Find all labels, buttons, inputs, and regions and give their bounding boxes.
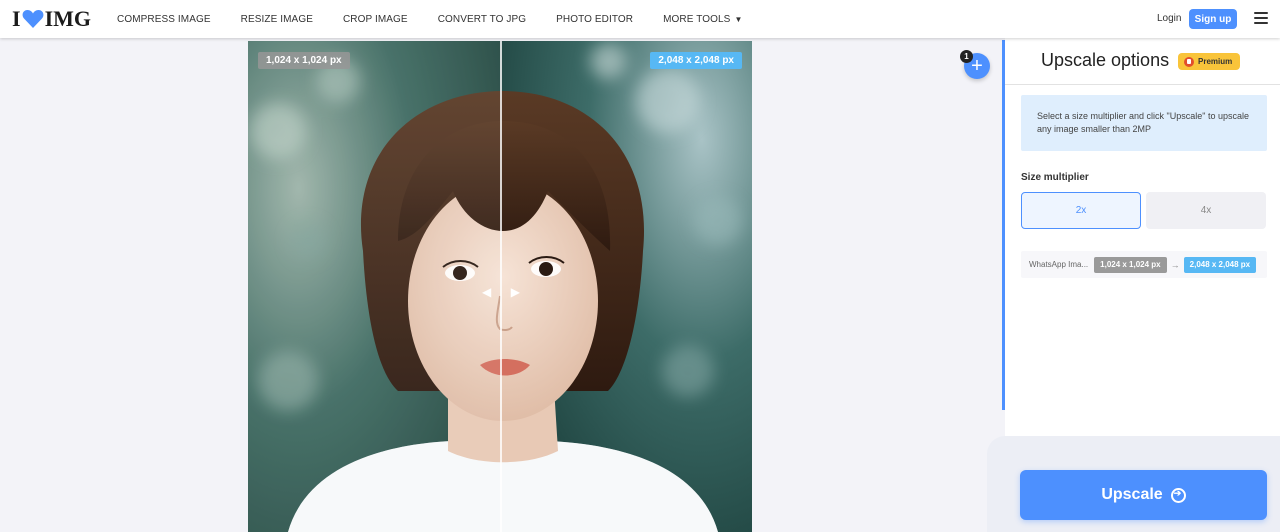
crown-icon: [1184, 56, 1194, 67]
upscale-button[interactable]: Upscale: [1020, 470, 1267, 520]
upscaled-size-badge: 2,048 x 2,048 px: [650, 52, 742, 69]
hamburger-menu-icon[interactable]: [1254, 12, 1268, 24]
original-size-badge: 1,024 x 1,024 px: [258, 52, 350, 69]
upscale-button-label: Upscale: [1101, 486, 1163, 503]
file-name: WhatsApp Ima...: [1029, 260, 1089, 269]
file-original-size: 1,024 x 1,024 px: [1094, 256, 1167, 273]
info-box: Select a size multiplier and click "Upsc…: [1021, 95, 1267, 151]
caret-down-icon: ▼: [734, 14, 743, 24]
file-new-size: 2,048 x 2,048 px: [1183, 256, 1257, 273]
signup-button[interactable]: Sign up: [1189, 9, 1237, 29]
arrow-left-icon: ◀: [482, 285, 492, 299]
image-compare-preview: 1,024 x 1,024 px 2,048 x 2,048 px ◀ ▶: [248, 41, 752, 532]
nav-more-tools-label: MORE TOOLS: [663, 13, 731, 25]
size-multiplier-label: Size multiplier: [1021, 172, 1089, 183]
top-navbar: I IMG COMPRESS IMAGE RESIZE IMAGE CROP I…: [0, 0, 1280, 38]
logo-text-i: I: [12, 6, 21, 31]
premium-badge: Premium: [1178, 53, 1241, 70]
circle-arrow-right-icon: [1170, 487, 1186, 503]
file-count-badge: 1: [960, 50, 973, 63]
nav-compress-image[interactable]: COMPRESS IMAGE: [117, 14, 211, 25]
heart-icon: [22, 9, 44, 29]
nav-resize-image[interactable]: RESIZE IMAGE: [241, 14, 313, 25]
login-link[interactable]: Login: [1157, 13, 1181, 24]
file-size-row: WhatsApp Ima... 1,024 x 1,024 px → 2,048…: [1021, 251, 1267, 278]
ilovemg-logo[interactable]: I IMG: [12, 6, 92, 31]
compare-handle[interactable]: ◀ ▶: [482, 283, 520, 301]
multiplier-4x-option[interactable]: 4x: [1146, 192, 1266, 229]
arrow-right-icon: ▶: [510, 285, 520, 299]
nav-more-tools[interactable]: MORE TOOLS ▼: [663, 14, 742, 25]
nav-photo-editor[interactable]: PHOTO EDITOR: [556, 14, 633, 25]
main-nav: COMPRESS IMAGE RESIZE IMAGE CROP IMAGE C…: [117, 0, 772, 38]
premium-label: Premium: [1198, 57, 1233, 66]
nav-convert-to-jpg[interactable]: CONVERT TO JPG: [438, 14, 526, 25]
sidebar-header: Upscale options Premium: [1005, 38, 1280, 85]
logo-text-img: IMG: [44, 6, 92, 31]
nav-crop-image[interactable]: CROP IMAGE: [343, 14, 408, 25]
sidebar-title: Upscale options: [1041, 50, 1170, 70]
arrow-right-icon: →: [1170, 259, 1180, 270]
multiplier-2x-option[interactable]: 2x: [1021, 192, 1141, 229]
